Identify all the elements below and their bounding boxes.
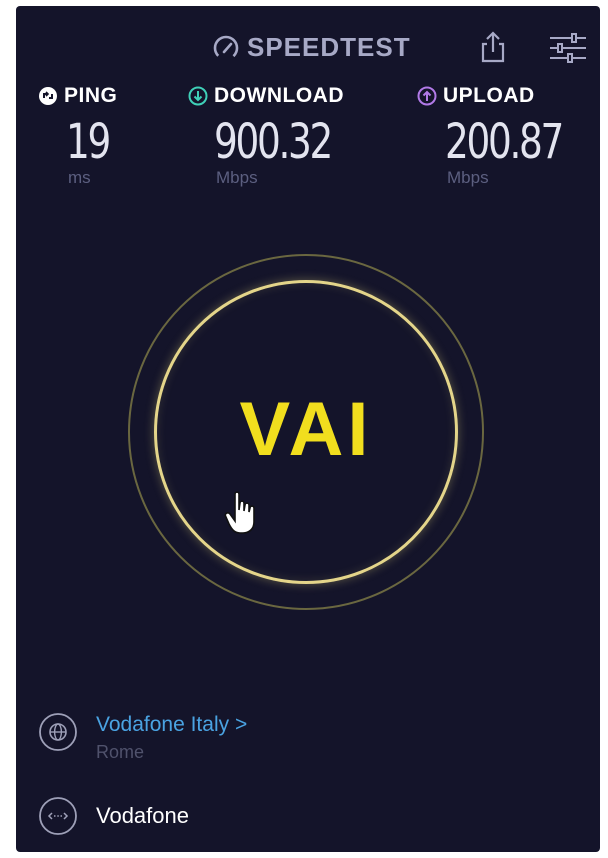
download-label-row: DOWNLOAD xyxy=(188,84,364,108)
share-icon[interactable] xyxy=(478,30,508,64)
speedtest-screen: SPEEDTEST PING 19 ms DOWNLOAD 900.32 Mbp… xyxy=(16,6,600,852)
hand-cursor-icon xyxy=(224,491,255,534)
upload-value: 200.87 xyxy=(445,114,564,170)
server-info: Vodafone Italy > Rome xyxy=(96,712,247,763)
upload-arrow-icon xyxy=(417,86,437,106)
go-button-label: VAI xyxy=(239,386,373,472)
ping-label-row: PING xyxy=(38,84,121,108)
header: SPEEDTEST xyxy=(16,6,600,76)
provider-name: Vodafone xyxy=(96,803,189,828)
app-title: SPEEDTEST xyxy=(247,32,411,62)
go-button-area: VAI xyxy=(128,254,492,618)
upload-metric: UPLOAD 200.87 Mbps xyxy=(417,84,595,188)
server-row[interactable]: Vodafone Italy > Rome xyxy=(38,712,247,763)
ping-icon xyxy=(39,87,57,105)
ping-metric: PING 19 ms xyxy=(38,84,121,188)
globe-icon xyxy=(39,713,77,751)
ping-value: 19 xyxy=(66,114,111,170)
app-logo: SPEEDTEST xyxy=(211,32,411,63)
speedometer-icon xyxy=(213,35,239,60)
go-button[interactable]: VAI xyxy=(154,280,458,584)
upload-label-row: UPLOAD xyxy=(417,84,595,108)
ping-label: PING xyxy=(64,84,118,107)
download-metric: DOWNLOAD 900.32 Mbps xyxy=(188,84,364,188)
connection-icon xyxy=(39,797,77,835)
server-location: Rome xyxy=(96,742,145,762)
provider-row: Vodafone xyxy=(38,796,189,836)
download-value: 900.32 xyxy=(214,114,333,170)
download-arrow-icon xyxy=(188,86,208,106)
upload-label: UPLOAD xyxy=(443,84,535,107)
settings-sliders-icon[interactable] xyxy=(548,32,588,64)
server-name-link[interactable]: Vodafone Italy > xyxy=(96,712,247,738)
download-label: DOWNLOAD xyxy=(214,84,344,107)
